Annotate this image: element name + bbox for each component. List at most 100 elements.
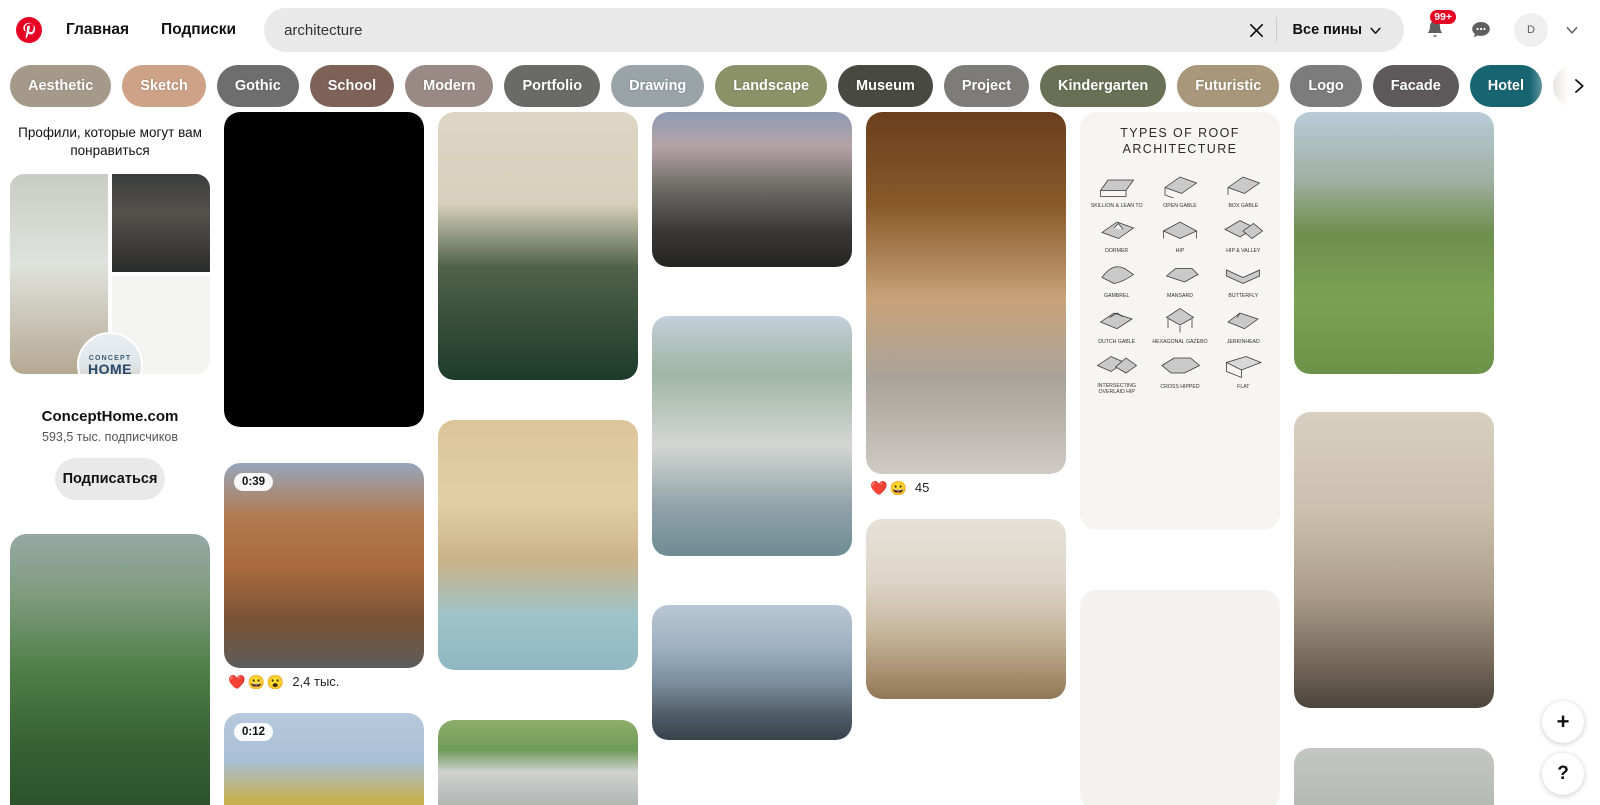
pinterest-logo-icon[interactable] [8,9,50,51]
roof-label: DORMER [1105,248,1129,255]
chip-gothic[interactable]: Gothic [216,65,299,107]
roof-item: DORMER [1086,213,1147,254]
roof-label: BUTTERFLY [1228,293,1259,300]
chip-futuristic[interactable]: Futuristic [1177,65,1280,107]
pin-types-of-roof-architecture[interactable]: TYPES OF ROOF ARCHITECTURE SKILLION & LE… [1080,112,1280,530]
chip-aesthetic[interactable]: Aesthetic [10,65,112,107]
roof-label: SKILLION & LEAN TO [1090,203,1143,209]
roof-chart-title-1: TYPES OF ROOF [1120,126,1240,140]
chevron-down-icon [1566,26,1578,34]
pin-house-sketches-floorplans[interactable] [1080,590,1280,805]
pin-tree-staircase-interior[interactable]: ❤️ 😀 45 [866,112,1066,495]
pin-midcentury-house-tree[interactable] [438,720,638,805]
collage-image-2 [112,174,210,273]
pin-image [866,112,1066,474]
pin-jewel-changi-waterfall[interactable] [10,534,210,805]
roof-open-gable-icon [1164,176,1198,202]
roof-dormer-icon [1100,221,1134,240]
pin-image: 0:12 [224,713,424,805]
chip-list: Aesthetic Sketch Gothic School Modern Po… [10,65,1600,107]
pin-gray-architecture[interactable] [1294,748,1494,805]
pin-reactions[interactable]: ❤️ 😀 45 [866,474,1066,495]
pin-timber-facade-video[interactable]: 0:39 ❤️ 😀 😮 2,4 тыс. [224,463,424,689]
wow-icon: 😮 [266,673,285,689]
chip-sketch[interactable]: Sketch [122,65,206,107]
chip-drawing[interactable]: Drawing [611,65,705,107]
pin-reactions[interactable]: ❤️ 😀 😮 2,4 тыс. [224,668,424,689]
chip-facade[interactable]: Facade [1372,65,1459,107]
roof-item: INTERSECTING OVERLAID HIP [1086,349,1147,396]
pin-desert-arch-interior[interactable] [438,420,638,670]
column-5: ❤️ 😀 45 [866,112,1066,699]
pin-image [652,112,852,267]
pin-glass-roof-structure[interactable] [652,605,852,740]
help-button[interactable]: ? [1542,753,1584,795]
reaction-count: 45 [914,480,930,495]
pin-curved-white-house[interactable] [652,316,852,556]
roof-jerkinhead-icon [1227,312,1260,329]
chip-museum[interactable]: Museum [838,65,933,107]
suggested-profiles-title: Профили, которые могут вам понравиться [18,125,202,159]
roof-item: BOX GABLE [1213,168,1274,209]
header-actions: 99+ D [1414,9,1586,51]
pin-yellow-structure-video[interactable]: 0:12 [224,713,424,805]
pin-conservatory-greenhouse[interactable] [438,112,638,380]
pins-filter-label: Все пины [1292,22,1362,38]
pin-skylight-bedroom[interactable] [866,519,1066,699]
pin-image: TYPES OF ROOF ARCHITECTURE SKILLION & LE… [1080,112,1280,530]
pin-image [1080,590,1280,805]
pin-hillside-glass-house[interactable] [1294,112,1494,374]
pin-image [1294,748,1494,805]
pin-image [438,720,638,805]
divider [1275,17,1277,43]
chevron-right-icon [1575,79,1584,93]
roof-item: HIP [1149,213,1210,254]
pin-image [1294,412,1494,708]
column-4 [652,112,852,740]
chip-school[interactable]: School [309,65,395,107]
roof-item: MANSARD [1149,258,1210,299]
pin-image [224,112,424,427]
chip-landscape[interactable]: Landscape [715,65,828,107]
profile-followers: 593,5 тыс. подписчиков [42,430,178,445]
nav-following[interactable]: Подписки [145,10,252,50]
create-pin-button[interactable]: + [1542,701,1584,743]
pins-filter-dropdown[interactable]: Все пины [1281,10,1398,50]
video-duration-badge: 0:39 [234,473,274,491]
profile-name[interactable]: ConceptHome.com [10,408,210,425]
video-duration-badge: 0:12 [234,723,274,741]
search-bar[interactable]: Все пины [264,8,1404,52]
follow-button[interactable]: Подписаться [55,458,165,501]
messages-button[interactable] [1460,9,1502,51]
notifications-button[interactable]: 99+ [1414,9,1456,51]
close-icon[interactable] [1240,13,1274,47]
chip-logo[interactable]: Logo [1290,65,1362,107]
roof-label: JERKINHEAD [1226,338,1260,345]
search-input[interactable] [284,21,1240,39]
roof-hexagonal-gazebo-icon [1165,307,1195,333]
roof-item: OPEN GABLE [1149,168,1210,209]
pin-isometric-floor-plan[interactable] [224,112,424,427]
chip-kindergarten[interactable]: Kindergarten [1040,65,1167,107]
pin-image [438,112,638,380]
roof-item: DUTCH GABLE [1086,304,1147,345]
nav-home[interactable]: Главная [50,10,145,50]
chat-bubble-icon [1472,22,1490,37]
roof-hip-icon [1162,221,1198,240]
pin-cathedral-vault-ceiling[interactable] [1294,412,1494,708]
chips-next-button[interactable] [1530,60,1600,112]
pin-image [10,534,210,805]
pin-image: 0:39 [224,463,424,668]
chip-portfolio[interactable]: Portfolio [504,65,601,107]
roof-label: GAMBREL [1103,293,1130,300]
avatar[interactable]: D [1514,13,1548,47]
chip-modern[interactable]: Modern [405,65,494,107]
pin-modern-house-pool[interactable] [652,112,852,267]
roof-label: DUTCH GABLE [1098,338,1136,345]
profile-logo-line2: HOME [88,360,132,375]
account-menu-button[interactable] [1558,16,1586,44]
suggested-profiles-card: Профили, которые могут вам понравиться C… [10,112,210,501]
chip-project[interactable]: Project [943,65,1030,107]
profile-collage[interactable]: CONCEPT HOME [10,174,210,375]
roof-item: SKILLION & LEAN TO [1086,168,1147,209]
